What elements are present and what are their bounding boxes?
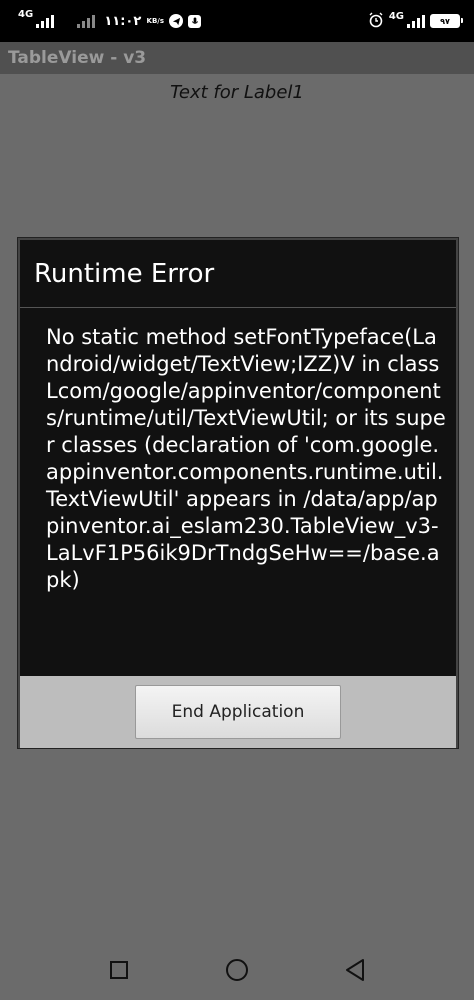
dialog-message: No static method setFontTypeface(Landroi… — [46, 325, 446, 592]
speed-unit: KB/s — [146, 17, 165, 25]
label1: Text for Label1 — [170, 82, 304, 103]
status-bar: 4G 4G ١١:٠٢ KB/s 4G ٩٧ — [0, 0, 474, 42]
battery-level: ٩٧ — [440, 16, 450, 26]
runtime-error-dialog: Runtime Error No static method setFontTy… — [18, 238, 458, 748]
telegram-icon — [169, 14, 184, 28]
square-icon[interactable] — [104, 955, 134, 985]
microphone-icon — [188, 14, 202, 28]
app-title-bar: TableView - v3 — [0, 42, 474, 74]
alarm-icon — [368, 12, 384, 31]
navigation-bar — [0, 940, 474, 1000]
end-application-button[interactable]: End Application — [135, 685, 341, 739]
dialog-header: Runtime Error — [20, 240, 456, 308]
status-right: 4G ٩٧ — [368, 11, 463, 31]
signal-icon-right — [407, 14, 425, 28]
network-type-1: 4G — [18, 9, 34, 20]
circle-icon[interactable] — [222, 955, 252, 985]
dialog-title: Runtime Error — [34, 258, 215, 289]
triangle-back-icon[interactable] — [340, 955, 370, 985]
signal-icon-2 — [77, 14, 96, 28]
signal-icon-1 — [36, 14, 55, 28]
dialog-button-bar: End Application — [20, 676, 456, 748]
status-time: ١١:٠٢ — [104, 13, 142, 29]
battery-icon: ٩٧ — [430, 14, 463, 28]
network-type-right: 4G — [388, 11, 404, 22]
app-title: TableView - v3 — [8, 48, 147, 68]
status-left: 4G 4G ١١:٠٢ KB/s — [18, 10, 202, 29]
